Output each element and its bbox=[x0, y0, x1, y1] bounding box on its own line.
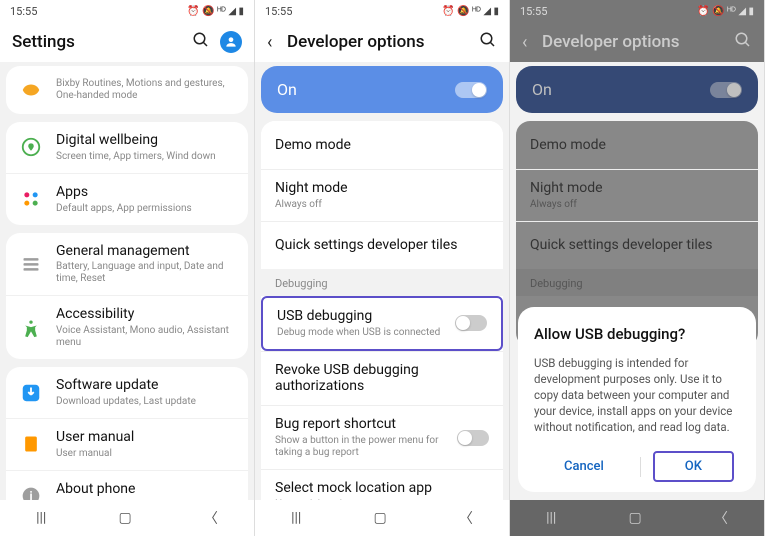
accessibility-icon bbox=[18, 315, 44, 341]
recents-button[interactable]: ||| bbox=[546, 510, 556, 526]
item-sub: Battery, Language and input, Date and ti… bbox=[56, 261, 236, 285]
item-label: Accessibility bbox=[56, 306, 236, 323]
status-icons: ⏰ 🔕 ᴴᴰ ◢ ▮ bbox=[442, 6, 499, 17]
status-bar: 15:55 ⏰ 🔕 ᴴᴰ ◢ ▮ bbox=[510, 0, 764, 22]
on-label: On bbox=[532, 80, 552, 99]
list-item[interactable]: Digital wellbeing Screen time, App timers… bbox=[6, 122, 248, 173]
toggle-on-icon bbox=[710, 82, 742, 98]
item-sub: Download updates, Last update bbox=[56, 396, 236, 408]
update-icon bbox=[18, 380, 44, 406]
item-label: USB debugging bbox=[277, 308, 455, 325]
recents-button[interactable]: ||| bbox=[36, 510, 46, 526]
item-label: Revoke USB debugging authorizations bbox=[275, 362, 489, 396]
master-toggle[interactable]: On bbox=[261, 66, 503, 113]
bixby-icon bbox=[18, 77, 44, 103]
item-label: Demo mode bbox=[275, 137, 489, 154]
item-sub: Voice Assistant, Mono audio, Assistant m… bbox=[56, 325, 236, 349]
list-item[interactable]: Revoke USB debugging authorizations bbox=[261, 351, 503, 406]
list-item[interactable]: Apps Default apps, App permissions bbox=[6, 173, 248, 225]
list-item[interactable]: Bixby Routines, Motions and gestures, On… bbox=[6, 66, 248, 114]
on-label: On bbox=[277, 80, 297, 99]
home-button[interactable]: ▢ bbox=[374, 510, 387, 526]
item-sub: Always off bbox=[275, 199, 489, 211]
item-sub: Default apps, App permissions bbox=[56, 203, 236, 215]
back-icon: ‹ bbox=[522, 32, 542, 53]
list-item[interactable]: Demo mode bbox=[261, 121, 503, 169]
usb-debugging-dialog: Allow USB debugging? USB debugging is in… bbox=[518, 307, 756, 492]
status-icons: ⏰ 🔕 ᴴᴰ ◢ ▮ bbox=[697, 6, 754, 17]
home-button[interactable]: ▢ bbox=[119, 510, 132, 526]
item-sub: User manual bbox=[56, 448, 236, 460]
item-label: Software update bbox=[56, 377, 236, 394]
home-button[interactable]: ▢ bbox=[629, 510, 642, 526]
toggle-on-icon[interactable] bbox=[455, 82, 487, 98]
master-toggle: On bbox=[516, 66, 758, 113]
search-icon[interactable] bbox=[479, 31, 497, 53]
usb-debugging-item[interactable]: USB debugging Debug mode when USB is conn… bbox=[261, 296, 503, 351]
search-icon[interactable] bbox=[192, 31, 210, 53]
list-item[interactable]: Bug report shortcut Show a button in the … bbox=[261, 405, 503, 469]
item-sub: Always off bbox=[530, 199, 744, 211]
item-sub: Show a button in the power menu for taki… bbox=[275, 435, 457, 459]
item-sub: Bixby Routines, Motions and gestures, On… bbox=[56, 78, 236, 102]
list-item[interactable]: Accessibility Voice Assistant, Mono audio… bbox=[6, 295, 248, 359]
header: Settings bbox=[0, 22, 254, 62]
back-button[interactable]: 〈 bbox=[459, 508, 473, 528]
toggle-off-icon[interactable] bbox=[455, 315, 487, 331]
list-item[interactable]: Quick settings developer tiles bbox=[261, 221, 503, 269]
search-icon bbox=[734, 31, 752, 53]
item-label: Quick settings developer tiles bbox=[275, 237, 489, 254]
clock: 15:55 bbox=[265, 5, 292, 18]
apps-icon bbox=[18, 186, 44, 212]
list-item: Night mode Always off bbox=[516, 169, 758, 221]
item-label: Quick settings developer tiles bbox=[530, 237, 744, 254]
list-item[interactable]: Software update Download updates, Last up… bbox=[6, 367, 248, 418]
item-label: User manual bbox=[56, 429, 236, 446]
item-label: About phone bbox=[56, 481, 236, 498]
general-icon bbox=[18, 251, 44, 277]
item-label: Bug report shortcut bbox=[275, 416, 457, 433]
item-label: Digital wellbeing bbox=[56, 132, 236, 149]
section-header: Debugging bbox=[516, 269, 758, 296]
nav-bar: ||| ▢ 〈 bbox=[510, 500, 764, 536]
cancel-button[interactable]: Cancel bbox=[540, 451, 628, 482]
recents-button[interactable]: ||| bbox=[291, 510, 301, 526]
toggle-off-icon[interactable] bbox=[457, 430, 489, 446]
status-icons: ⏰ 🔕 ᴴᴰ ◢ ▮ bbox=[187, 6, 244, 17]
back-icon[interactable]: ‹ bbox=[267, 32, 287, 53]
item-label: General management bbox=[56, 243, 236, 260]
item-label: Night mode bbox=[275, 180, 489, 197]
back-button[interactable]: 〈 bbox=[714, 508, 728, 528]
page-title: Settings bbox=[12, 32, 192, 52]
list-item: Demo mode bbox=[516, 121, 758, 169]
manual-icon bbox=[18, 431, 44, 457]
nav-bar: ||| ▢ 〈 bbox=[0, 500, 254, 536]
section-header: Debugging bbox=[261, 269, 503, 296]
item-label: Demo mode bbox=[530, 137, 744, 154]
page-title: Developer options bbox=[287, 32, 479, 52]
status-bar: 15:55 ⏰ 🔕 ᴴᴰ ◢ ▮ bbox=[255, 0, 509, 22]
item-label: Night mode bbox=[530, 180, 744, 197]
list-item: Quick settings developer tiles bbox=[516, 221, 758, 269]
profile-icon[interactable] bbox=[220, 31, 242, 53]
page-title: Developer options bbox=[542, 32, 734, 52]
item-sub: Debug mode when USB is connected bbox=[277, 327, 455, 339]
nav-bar: ||| ▢ 〈 bbox=[255, 500, 509, 536]
clock: 15:55 bbox=[10, 5, 37, 18]
list-item[interactable]: General managementBattery, Language and … bbox=[6, 233, 248, 296]
dialog-message: USB debugging is intended for developmen… bbox=[534, 355, 740, 435]
clock: 15:55 bbox=[520, 5, 547, 18]
back-button[interactable]: 〈 bbox=[204, 508, 218, 528]
dialog-title: Allow USB debugging? bbox=[534, 325, 740, 343]
status-bar: 15:55 ⏰ 🔕 ᴴᴰ ◢ ▮ bbox=[0, 0, 254, 22]
item-label: Select mock location app bbox=[275, 480, 489, 497]
list-item[interactable]: Night mode Always off bbox=[261, 169, 503, 221]
ok-button[interactable]: OK bbox=[653, 451, 734, 482]
item-label: Apps bbox=[56, 184, 236, 201]
header: ‹ Developer options bbox=[510, 22, 764, 62]
item-sub: Screen time, App timers, Wind down bbox=[56, 151, 236, 163]
list-item[interactable]: User manual User manual bbox=[6, 418, 248, 470]
wellbeing-icon bbox=[18, 134, 44, 160]
header: ‹ Developer options bbox=[255, 22, 509, 62]
